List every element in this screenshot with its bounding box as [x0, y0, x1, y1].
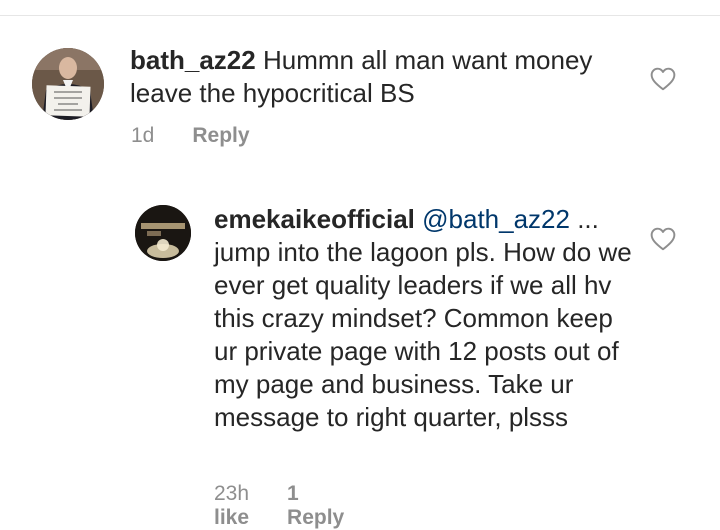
avatar-photo: [32, 48, 104, 120]
top-divider: [0, 15, 720, 16]
comment-body: ... jump into the lagoon pls. How do we …: [214, 204, 632, 432]
username-link[interactable]: bath_az22: [130, 45, 256, 75]
comment-meta: 23h 1 like Reply: [214, 482, 382, 530]
reply-button[interactable]: Reply: [192, 124, 249, 147]
heart-outline-icon[interactable]: [650, 67, 676, 91]
timestamp: 23h: [214, 482, 250, 505]
username-link[interactable]: emekaikeofficial: [214, 204, 415, 234]
avatar[interactable]: [135, 205, 191, 261]
comment-text: bath_az22 Hummn all man want money leave…: [130, 44, 630, 110]
avatar[interactable]: [32, 48, 104, 120]
heart-outline-icon[interactable]: [650, 227, 676, 251]
avatar-photo: [135, 205, 191, 261]
mention-link[interactable]: @bath_az22: [422, 204, 570, 234]
comment-text: emekaikeofficial @bath_az22 ... jump int…: [214, 203, 634, 434]
timestamp: 1d: [131, 124, 155, 147]
reply-button[interactable]: Reply: [287, 506, 344, 529]
comment-meta: 1d Reply: [131, 124, 288, 148]
